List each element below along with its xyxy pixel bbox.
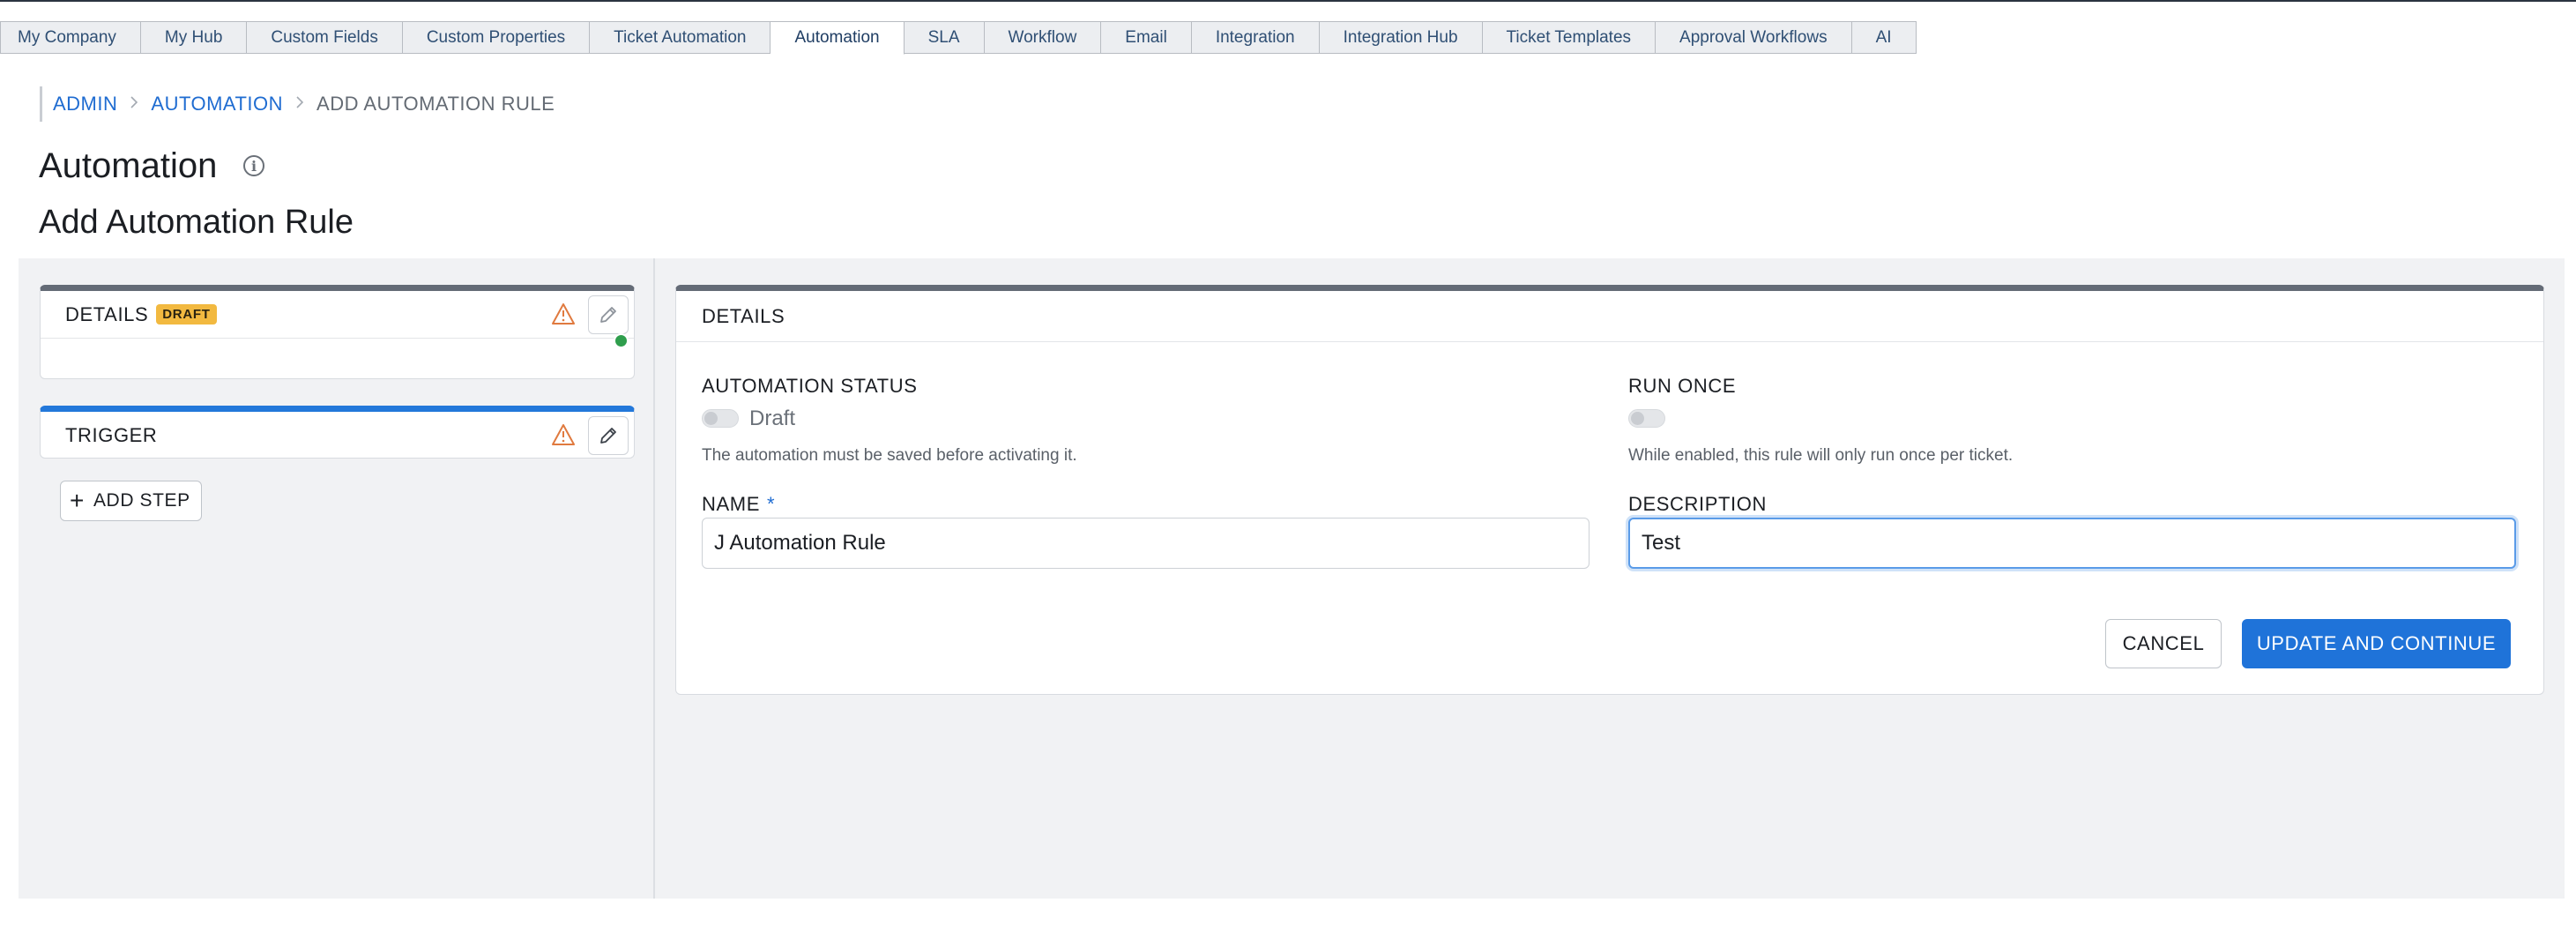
tab-approval-workflows[interactable]: Approval Workflows (1656, 21, 1852, 54)
step-card-details[interactable]: DETAILS DRAFT (40, 285, 635, 379)
run-once-toggle[interactable] (1628, 409, 1665, 428)
chevron-right-icon (130, 94, 138, 115)
breadcrumb: ADMIN AUTOMATION ADD AUTOMATION RULE (40, 86, 555, 122)
automation-status-label: AUTOMATION STATUS (702, 375, 918, 397)
info-icon[interactable]: i (243, 155, 264, 176)
edit-trigger-button[interactable] (588, 416, 629, 455)
description-label: DESCRIPTION (1628, 493, 1767, 515)
status-dot (614, 333, 629, 348)
steps-pane: DETAILS DRAFT TRIGGER + ADD STEP (19, 258, 655, 899)
plus-icon: + (70, 487, 85, 514)
step-card-header: TRIGGER (41, 412, 634, 459)
details-form-card: DETAILS AUTOMATION STATUS Draft The auto… (675, 285, 2544, 695)
step-card-header: DETAILS DRAFT (41, 291, 634, 348)
warning-icon (551, 423, 576, 446)
pencil-icon (600, 428, 616, 444)
chevron-right-icon (295, 94, 304, 115)
name-label: NAME * (702, 493, 775, 516)
warning-icon (551, 302, 576, 325)
tab-integration[interactable]: Integration (1191, 21, 1320, 54)
page-title: Automation (39, 146, 218, 185)
automation-status-value: Draft (749, 407, 796, 430)
tab-email[interactable]: Email (1101, 21, 1192, 54)
automation-status-toggle[interactable] (702, 409, 739, 428)
name-label-text: NAME (702, 493, 760, 515)
tab-ticket-templates[interactable]: Ticket Templates (1482, 21, 1657, 54)
step-title: TRIGGER (65, 424, 158, 446)
details-form-header: DETAILS (676, 291, 2543, 342)
add-step-button[interactable]: + ADD STEP (60, 481, 202, 521)
tab-custom-properties[interactable]: Custom Properties (402, 21, 591, 54)
run-once-label: RUN ONCE (1628, 375, 1737, 397)
step-title: DETAILS (65, 302, 149, 325)
tab-workflow[interactable]: Workflow (984, 21, 1102, 54)
name-input[interactable]: J Automation Rule (702, 518, 1590, 569)
tab-integration-hub[interactable]: Integration Hub (1319, 21, 1483, 54)
automation-status-help: The automation must be saved before acti… (702, 446, 1077, 465)
update-and-continue-button[interactable]: UPDATE AND CONTINUE (2242, 619, 2511, 668)
tab-my-company[interactable]: My Company (0, 21, 141, 54)
breadcrumb-current: ADD AUTOMATION RULE (316, 93, 555, 115)
page-subtitle: Add Automation Rule (39, 204, 354, 241)
tab-custom-fields[interactable]: Custom Fields (247, 21, 403, 54)
description-input[interactable]: Test (1628, 518, 2516, 569)
tab-my-hub[interactable]: My Hub (140, 21, 248, 54)
breadcrumb-automation[interactable]: AUTOMATION (151, 93, 283, 116)
required-marker: * (766, 493, 776, 515)
tab-sla[interactable]: SLA (904, 21, 985, 54)
draft-badge: DRAFT (156, 304, 217, 325)
pencil-icon (600, 307, 616, 323)
tab-automation[interactable]: Automation (771, 21, 905, 55)
add-step-label: ADD STEP (93, 490, 190, 511)
step-card-trigger[interactable]: TRIGGER (40, 406, 635, 459)
tab-ai[interactable]: AI (1851, 21, 1917, 54)
rule-builder-workspace: DETAILS DRAFT TRIGGER + ADD STEP DETAILS… (19, 258, 2565, 899)
run-once-help: While enabled, this rule will only run o… (1628, 446, 2014, 465)
tab-ticket-automation[interactable]: Ticket Automation (590, 21, 771, 54)
admin-tab-bar: My Company My Hub Custom Fields Custom P… (0, 21, 1917, 55)
cancel-button[interactable]: CANCEL (2105, 619, 2222, 668)
edit-details-button[interactable] (588, 295, 629, 334)
breadcrumb-admin[interactable]: ADMIN (53, 93, 117, 116)
top-border (0, 0, 2576, 2)
